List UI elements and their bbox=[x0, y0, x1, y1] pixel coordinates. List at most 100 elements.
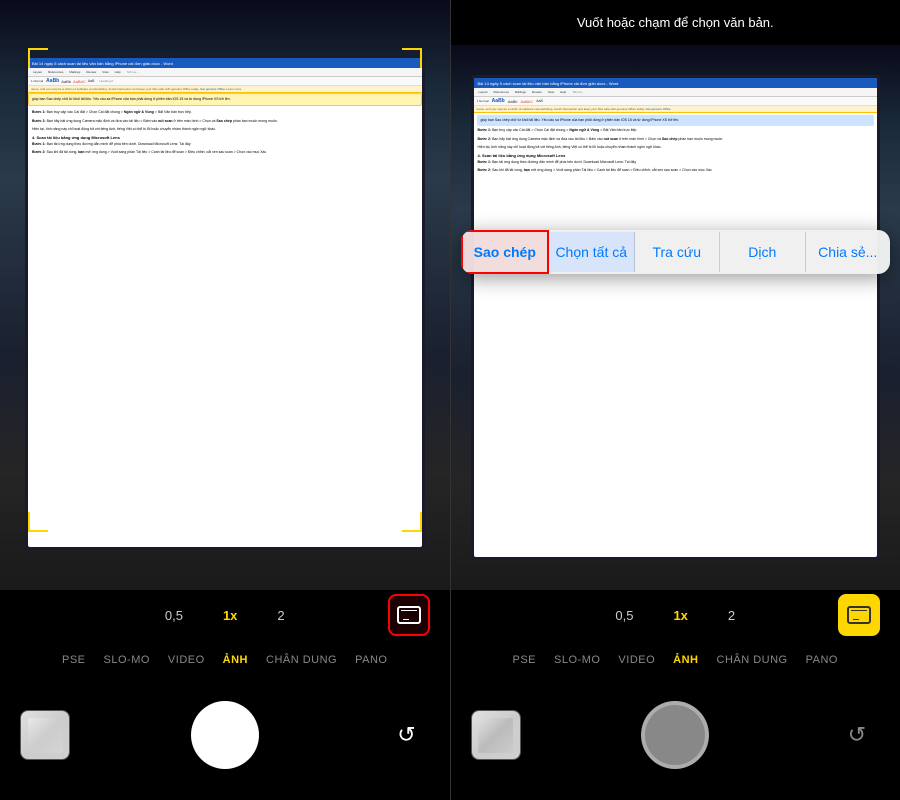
tab-references: References bbox=[46, 69, 65, 75]
right-panel: Vuốt hoặc chạm để chọn văn bản. Bài 14 n… bbox=[451, 0, 900, 800]
lens-step2: Bước 2: Sau khi đã tải xong, bạn mở ứng … bbox=[28, 150, 422, 155]
scan-icon-button-left[interactable] bbox=[388, 594, 430, 636]
dich-button[interactable]: Dịch bbox=[720, 232, 806, 272]
tab-mailings: Mailings bbox=[67, 69, 82, 75]
saochep-bold: Sao chép bbox=[216, 119, 232, 123]
mode-video-left[interactable]: VIDEO bbox=[168, 654, 205, 666]
font-aa-r: AaBb bbox=[492, 98, 505, 104]
scan-icon-button-right[interactable] bbox=[838, 594, 880, 636]
word-title: Bài 14 ngày 5 cách scan tài liệu văn bản… bbox=[32, 61, 418, 66]
context-menu: Sao chép Chọn tất cả Tra cứu Dịch Chia s… bbox=[461, 230, 891, 274]
shutter-button-right[interactable] bbox=[641, 701, 709, 769]
font-row-right: 1 Normal AaBb AaBb AaBbC AaB bbox=[474, 97, 878, 106]
mode-anh-right[interactable]: ẢNH bbox=[673, 654, 698, 666]
hint-text-right: Vuốt hoặc chạm để chọn văn bản. bbox=[577, 15, 774, 30]
font-cc: AaBb bbox=[61, 79, 71, 84]
scan-corner-br bbox=[402, 512, 422, 532]
step2-text: Bước 2: Bạn hãy bật ứng dụng Camera mặc … bbox=[28, 119, 422, 124]
zoom-one-left[interactable]: 1x bbox=[223, 608, 237, 623]
mode-chandung-left[interactable]: CHÂN DUNG bbox=[266, 654, 337, 666]
ls2b-r: Bước 2: bbox=[478, 168, 492, 172]
mode-pano-right[interactable]: PANO bbox=[806, 654, 838, 666]
tra-cuu-button[interactable]: Tra cứu bbox=[635, 232, 721, 272]
font-ab: AaB bbox=[88, 79, 95, 83]
warning-bar-right: name, and you may be a victim of softwar… bbox=[474, 106, 878, 113]
font-cc-r: AaBb bbox=[508, 99, 518, 104]
tra-cuu-label: Tra cứu bbox=[652, 244, 701, 260]
tab-view: View bbox=[100, 69, 110, 75]
selected-text-block: giúp bạn Sao chép chữ từ khối tải liệu. … bbox=[477, 115, 875, 126]
ls1-bold: Bước 1: bbox=[32, 142, 46, 146]
mode-slomo-left[interactable]: SLO-MO bbox=[104, 654, 150, 666]
thumbnail-left[interactable] bbox=[20, 710, 70, 760]
camera-controls-right: 0,5 1x 2 bbox=[451, 590, 900, 640]
mode-pano-left[interactable]: PANO bbox=[355, 654, 387, 666]
learn-more: Learn more bbox=[226, 87, 241, 91]
rotate-button-left[interactable]: ↺ bbox=[389, 717, 425, 753]
mode-chandung-right[interactable]: CHÂN DUNG bbox=[717, 654, 788, 666]
mode-video-right[interactable]: VIDEO bbox=[618, 654, 655, 666]
sao-chep-label: Sao chép bbox=[474, 244, 536, 260]
mode-selector-right: PSE SLO-MO VIDEO ẢNH CHÂN DUNG PANO bbox=[451, 640, 900, 680]
step2-text-r: Bước 2: Bạn hãy bật ứng dụng Camera mặc … bbox=[474, 137, 878, 142]
mode-anh-left[interactable]: ẢNH bbox=[223, 654, 248, 666]
thumb-content-r bbox=[478, 718, 513, 753]
monitor-frame: Bài 14 ngày 5 cách scan tài liệu văn bản… bbox=[25, 55, 425, 550]
monitor-frame-right: Bài 14 ngày 5 cách scan tài liệu văn bản… bbox=[471, 75, 881, 560]
mode-pse-left[interactable]: PSE bbox=[62, 654, 86, 666]
block-text-1: giúp bạn Sao chép chữ từ khối tải liệu. … bbox=[32, 97, 231, 101]
rotate-button-right[interactable]: ↺ bbox=[839, 717, 875, 753]
zoom-two-right[interactable]: 2 bbox=[728, 608, 735, 623]
lens-step1-r: Bước 1: Bạn tải ứng dụng theo đường dẫn … bbox=[474, 160, 878, 165]
shutter-button-left[interactable] bbox=[191, 701, 259, 769]
lens-step1: Bước 1: Bạn tải ứng dụng theo đường dẫn … bbox=[28, 142, 422, 147]
camera-controls-left: 0,5 1x 2 bbox=[0, 590, 450, 640]
step1-text-r: Bước 1: Bạn truy cập vào Cài đặt > Chọn … bbox=[474, 128, 878, 133]
mode-slomo-right[interactable]: SLO-MO bbox=[554, 654, 600, 666]
scan-bold: nút scan bbox=[158, 119, 172, 123]
font-samples: AaBb AaBb AaBbC AaB bbox=[46, 78, 94, 84]
scan-corner-tr bbox=[402, 48, 422, 68]
scan-line2-r bbox=[853, 619, 859, 620]
zoom-two-left[interactable]: 2 bbox=[277, 608, 284, 623]
scan-line bbox=[401, 610, 417, 611]
word-doc: Bài 14 ngày 5 cách scan tài liệu văn bản… bbox=[28, 58, 422, 547]
scan-icon-right bbox=[847, 606, 871, 624]
camera-view-right: Bài 14 ngày 5 cách scan tài liệu văn bản… bbox=[451, 45, 900, 590]
s1b2-r: Ngôn ngữ & Vùng bbox=[569, 128, 599, 132]
camera-view-left: Bài 14 ngày 5 cách scan tài liệu văn bản… bbox=[0, 0, 450, 590]
tab-mailings-r: Mailings bbox=[513, 89, 528, 95]
scan-icon-left bbox=[397, 606, 421, 624]
s1b-r: Bước 1: bbox=[478, 128, 492, 132]
zoom-one-right[interactable]: 1x bbox=[673, 608, 687, 623]
ls2-bold2: bạn bbox=[78, 150, 84, 154]
shutter-area-left: ↺ bbox=[0, 680, 450, 790]
word-titlebar: Bài 14 ngày 5 cách scan tài liệu văn bản… bbox=[28, 58, 422, 68]
mode-pse-right[interactable]: PSE bbox=[513, 654, 537, 666]
font-name-r: 1 Normal bbox=[477, 99, 489, 103]
zoom-half-right[interactable]: 0,5 bbox=[615, 608, 633, 623]
zoom-half-left[interactable]: 0,5 bbox=[165, 608, 183, 623]
chon-tat-ca-button[interactable]: Chọn tất cả bbox=[549, 232, 635, 272]
tab-review: Review bbox=[84, 69, 98, 75]
tab-help-r: Help bbox=[558, 89, 568, 95]
thumbnail-right[interactable] bbox=[471, 710, 521, 760]
get-office-r: Get genuine Office bbox=[646, 107, 671, 111]
heading-lens: 4. Scan tài liệu bằng ứng dụng Microsoft… bbox=[28, 135, 422, 140]
sao-chep-button[interactable]: Sao chép bbox=[461, 230, 550, 274]
tab-review-r: Review bbox=[530, 89, 544, 95]
ls2-bold: Bước 2: bbox=[32, 150, 46, 154]
step1-bold: Bước 1: bbox=[32, 110, 46, 114]
chon-tat-ca-label: Chọn tất cả bbox=[555, 244, 627, 260]
tab-help: Help bbox=[113, 69, 123, 75]
note-text: Hiện tại, tính năng này chỉ hoạt động tố… bbox=[28, 127, 422, 132]
word-tabs-right: Layout References Mailings Review View H… bbox=[474, 88, 878, 97]
tab-tell: Tell me... bbox=[125, 69, 141, 75]
dich-label: Dịch bbox=[748, 244, 776, 260]
thumbnail-image-left bbox=[21, 711, 69, 759]
ls2b2-r: bạn bbox=[524, 168, 530, 172]
font-ab-r: AaB bbox=[536, 99, 543, 103]
left-panel: Bài 14 ngày 5 cách scan tài liệu văn bản… bbox=[0, 0, 450, 800]
scan-corner-tl bbox=[28, 48, 48, 68]
chia-se-button[interactable]: Chia sẻ... bbox=[806, 232, 891, 272]
